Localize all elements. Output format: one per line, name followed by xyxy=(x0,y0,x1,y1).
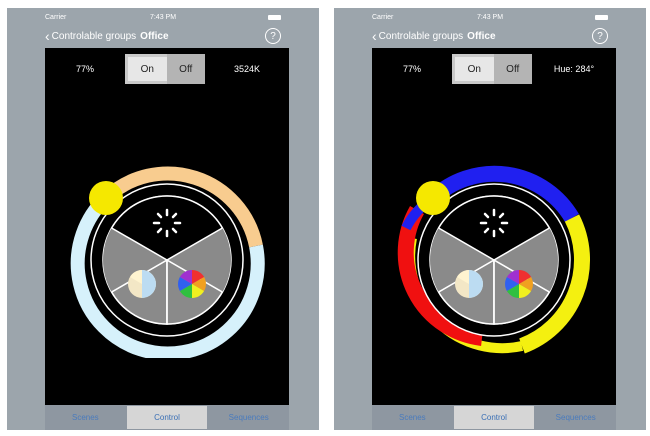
hue-readout: Hue: 284° xyxy=(553,64,595,74)
control-row: 77% On Off 3524K xyxy=(45,54,289,84)
slider-knob[interactable] xyxy=(416,181,450,215)
tab-control[interactable]: Control xyxy=(126,406,208,429)
back-button[interactable]: ‹ Controlable groups xyxy=(372,28,464,44)
battery-icon xyxy=(268,14,282,20)
brightness-readout: 77% xyxy=(75,64,94,74)
temperature-readout: 3524K xyxy=(233,64,261,74)
color-wheel-icon xyxy=(178,270,206,298)
power-toggle[interactable]: On Off xyxy=(125,54,205,84)
tab-bar: Scenes Control Sequences xyxy=(372,405,616,430)
tab-scenes[interactable]: Scenes xyxy=(372,405,453,430)
tab-scenes[interactable]: Scenes xyxy=(45,405,126,430)
page-title: Office xyxy=(467,30,496,42)
control-row: 77% On Off Hue: 284° xyxy=(372,54,616,84)
power-toggle[interactable]: On Off xyxy=(452,54,532,84)
back-label: Controlable groups xyxy=(51,30,137,42)
carrier-label: Carrier xyxy=(372,13,394,21)
white-balance-icon xyxy=(455,270,483,298)
white-balance-icon xyxy=(128,270,156,298)
color-temperature-wheel[interactable] xyxy=(45,158,289,358)
on-button[interactable]: On xyxy=(128,57,167,81)
chevron-left-icon: ‹ xyxy=(45,28,50,44)
tab-sequences[interactable]: Sequences xyxy=(535,405,616,430)
carrier-label: Carrier xyxy=(45,13,67,21)
back-button[interactable]: ‹ Controlable groups xyxy=(45,28,137,44)
on-button[interactable]: On xyxy=(455,57,494,81)
navigation-bar: ‹ Controlable groups Office ? xyxy=(372,24,608,48)
battery-icon xyxy=(595,14,609,20)
tab-bar: Scenes Control Sequences xyxy=(45,405,289,430)
help-icon[interactable]: ? xyxy=(265,28,281,44)
page-title: Office xyxy=(140,30,169,42)
tab-control[interactable]: Control xyxy=(453,406,535,429)
back-label: Controlable groups xyxy=(378,30,464,42)
control-screen: 77% On Off 3524K xyxy=(45,48,289,405)
color-wheel-icon xyxy=(505,270,533,298)
status-bar: Carrier 7:43 PM xyxy=(372,10,609,24)
off-button[interactable]: Off xyxy=(166,54,205,84)
chevron-left-icon: ‹ xyxy=(372,28,377,44)
phone-screen-hue: Carrier 7:43 PM ‹ Controlable groups Off… xyxy=(334,8,646,430)
tab-sequences[interactable]: Sequences xyxy=(208,405,289,430)
hue-wheel[interactable] xyxy=(372,158,616,358)
brightness-readout: 77% xyxy=(402,64,421,74)
phone-screen-color-temperature: Carrier 7:43 PM ‹ Controlable groups Off… xyxy=(7,8,319,430)
help-icon[interactable]: ? xyxy=(592,28,608,44)
off-button[interactable]: Off xyxy=(493,54,532,84)
slider-knob[interactable] xyxy=(89,181,123,215)
clock: 7:43 PM xyxy=(476,13,504,21)
status-bar: Carrier 7:43 PM xyxy=(45,10,282,24)
navigation-bar: ‹ Controlable groups Office ? xyxy=(45,24,281,48)
control-screen: 77% On Off Hue: 284° xyxy=(372,48,616,405)
clock: 7:43 PM xyxy=(149,13,177,21)
